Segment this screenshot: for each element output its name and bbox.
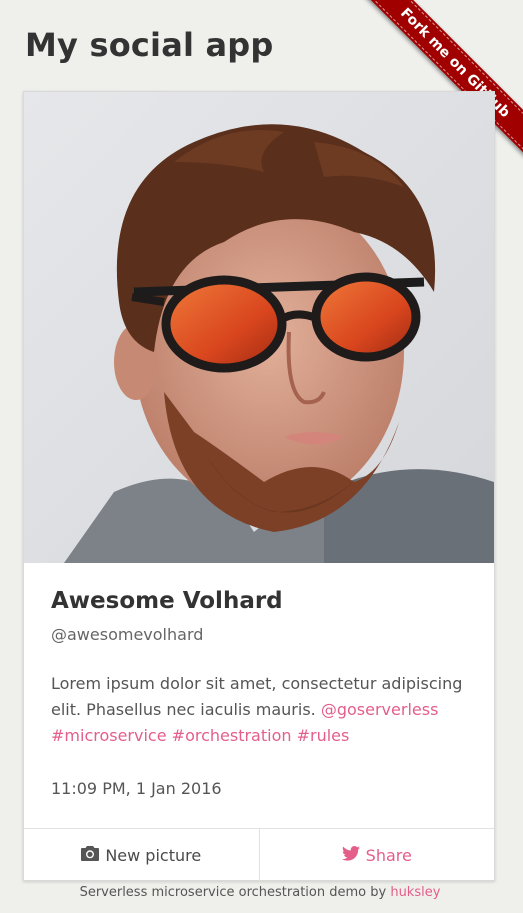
credit-text: Serverless microservice orchestration de… (79, 885, 387, 900)
profile-card: Awesome Volhard @awesomevolhard Lorem ip… (23, 91, 495, 881)
credit-link-huksley[interactable]: huksley (390, 885, 440, 900)
card-actions: New picture Share (24, 828, 494, 881)
new-picture-label: New picture (105, 845, 202, 865)
profile-name: Awesome Volhard (51, 588, 283, 614)
profile-photo (24, 92, 494, 563)
hashtag-rules[interactable]: #rules (297, 726, 350, 745)
page-title: My social app (25, 26, 274, 64)
profile-handle: @awesomevolhard (51, 625, 204, 644)
hashtag-microservice[interactable]: #microservice (51, 726, 167, 745)
post-timestamp: 11:09 PM, 1 Jan 2016 (51, 779, 222, 798)
footer-credit: Serverless microservice orchestration de… (0, 885, 520, 900)
hashtag-orchestration[interactable]: #orchestration (172, 726, 292, 745)
new-picture-button[interactable]: New picture (24, 829, 259, 881)
share-label: Share (365, 845, 412, 865)
camera-icon (81, 845, 100, 865)
twitter-bird-icon (341, 845, 360, 865)
share-button[interactable]: Share (258, 829, 495, 881)
profile-bio: Lorem ipsum dolor sit amet, consectetur … (51, 671, 471, 749)
profile-photo-image (24, 92, 494, 563)
hashtag-goserverless[interactable]: @goserverless (321, 700, 439, 719)
